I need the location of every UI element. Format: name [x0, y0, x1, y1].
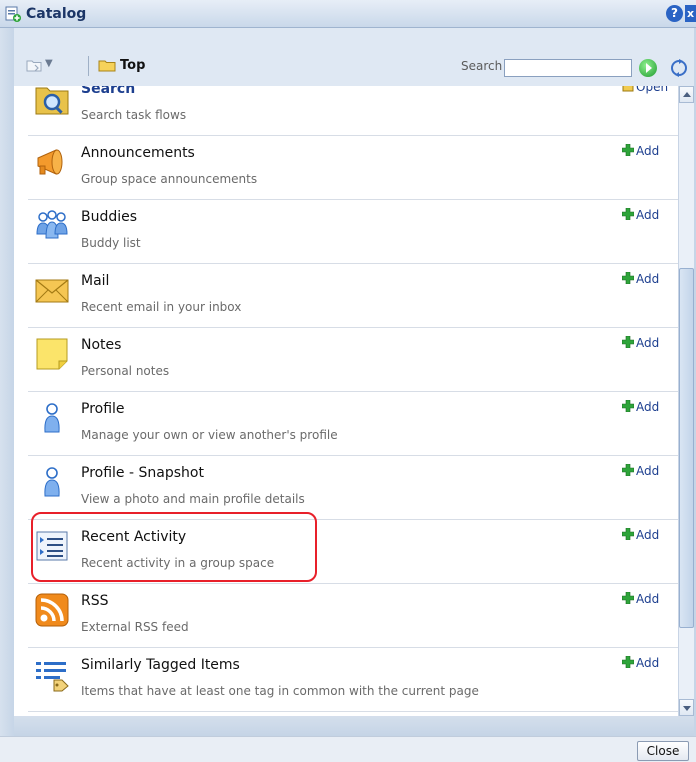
open-icon [622, 86, 634, 92]
search-label: Search [461, 59, 503, 73]
megaphone-icon [37, 149, 63, 175]
item-description: External RSS feed [81, 620, 189, 634]
add-icon [622, 592, 634, 604]
item-description: View a photo and main profile details [81, 492, 305, 506]
open-link[interactable]: Open [622, 86, 668, 94]
scroll-up-icon[interactable] [679, 86, 694, 103]
add-link[interactable]: Add [622, 656, 659, 670]
activity-list-icon [36, 531, 68, 561]
item-description: Group space announcements [81, 172, 258, 186]
add-icon [622, 528, 634, 540]
person-icon [44, 467, 60, 497]
list-item-buddies[interactable]: Buddies Buddy list Add [28, 200, 678, 264]
close-button[interactable]: Close [637, 741, 689, 761]
add-label: Add [636, 272, 660, 286]
catalog-list-viewport: Search Search task flows Open Announceme… [28, 86, 678, 716]
add-link[interactable]: Add [622, 336, 659, 350]
toolbar: ▼ Top Search [14, 28, 694, 86]
add-link[interactable]: Add [622, 208, 659, 222]
search-go-icon[interactable] [639, 59, 657, 77]
list-item-rss[interactable]: RSS External RSS feed Add [28, 584, 678, 648]
add-link[interactable]: Add [622, 592, 659, 606]
rss-icon [35, 593, 69, 627]
add-label: Add [636, 528, 660, 542]
open-label: Open [636, 86, 669, 94]
folder-icon [98, 60, 116, 72]
location-label[interactable]: Top [120, 58, 145, 73]
add-link[interactable]: Add [622, 400, 659, 414]
item-name[interactable]: Announcements [81, 145, 195, 161]
item-name[interactable]: Recent Activity [81, 529, 186, 545]
item-description: Search task flows [81, 108, 187, 122]
list-item-profile[interactable]: Profile Manage your own or view another'… [28, 392, 678, 456]
list-item-notes[interactable]: Notes Personal notes Add [28, 328, 678, 392]
item-name[interactable]: Notes [81, 337, 121, 353]
add-icon [622, 656, 634, 668]
chevron-down-icon[interactable]: ▼ [45, 58, 53, 69]
add-label: Add [636, 400, 660, 414]
item-description: Manage your own or view another's profil… [81, 428, 338, 442]
title-bar: Catalog ? x [0, 0, 696, 28]
note-icon [36, 338, 68, 370]
person-icon [44, 403, 60, 433]
panel-bottom-band [14, 716, 694, 736]
add-link[interactable]: Add [622, 144, 659, 158]
add-link[interactable]: Add [622, 272, 659, 286]
list-item-mail[interactable]: Mail Recent email in your inbox Add [28, 264, 678, 328]
envelope-icon [35, 279, 69, 303]
item-name[interactable]: RSS [81, 593, 109, 609]
item-name[interactable]: Mail [81, 273, 109, 289]
window-title: Catalog [26, 6, 87, 22]
add-label: Add [636, 208, 660, 222]
item-description: Recent activity in a group space [81, 556, 275, 570]
item-name[interactable]: Profile [81, 401, 125, 417]
refresh-icon[interactable] [669, 58, 689, 78]
list-item-announcements[interactable]: Announcements Group space announcements … [28, 136, 678, 200]
item-name[interactable]: Buddies [81, 209, 137, 225]
add-label: Add [636, 144, 660, 158]
add-icon [622, 336, 634, 348]
add-icon [622, 400, 634, 412]
add-label: Add [636, 592, 660, 606]
list-item-recent-activity[interactable]: Recent Activity Recent activity in a gro… [28, 520, 678, 584]
search-input[interactable] [504, 59, 632, 77]
add-link[interactable]: Add [622, 464, 659, 478]
magnifier-folder-icon [35, 87, 69, 115]
window-close-button[interactable]: x [685, 5, 696, 22]
add-label: Add [636, 336, 660, 350]
add-label: Add [636, 656, 660, 670]
scroll-down-icon[interactable] [679, 699, 694, 716]
item-description: Personal notes [81, 364, 170, 378]
window-frame-left [0, 28, 14, 736]
item-name[interactable]: Search [81, 86, 135, 97]
item-description: Items that have at least one tag in comm… [81, 684, 479, 698]
folder-navigate-icon[interactable] [26, 58, 42, 72]
add-icon [622, 208, 634, 220]
list-item-search[interactable]: Search Search task flows Open [28, 86, 678, 136]
tagged-list-icon [36, 662, 69, 692]
dialog-footer: Close [0, 736, 696, 762]
add-label: Add [636, 464, 660, 478]
scroll-thumb[interactable] [679, 268, 694, 628]
add-link[interactable]: Add [622, 528, 659, 542]
buddies-icon [36, 210, 68, 239]
list-item-profile-snapshot[interactable]: Profile - Snapshot View a photo and main… [28, 456, 678, 520]
list-item-similarly-tagged-items[interactable]: Similarly Tagged Items Items that have a… [28, 648, 678, 712]
help-button[interactable]: ? [666, 5, 683, 22]
add-icon [622, 272, 634, 284]
add-icon [622, 144, 634, 156]
item-description: Recent email in your inbox [81, 300, 242, 314]
toolbar-separator [88, 56, 89, 76]
item-name[interactable]: Profile - Snapshot [81, 465, 204, 481]
catalog-list: Search Search task flows Open Announceme… [28, 86, 678, 712]
vertical-scrollbar[interactable] [678, 86, 694, 716]
add-icon [622, 464, 634, 476]
item-description: Buddy list [81, 236, 141, 250]
item-name[interactable]: Similarly Tagged Items [81, 657, 240, 673]
catalog-icon [5, 6, 21, 22]
